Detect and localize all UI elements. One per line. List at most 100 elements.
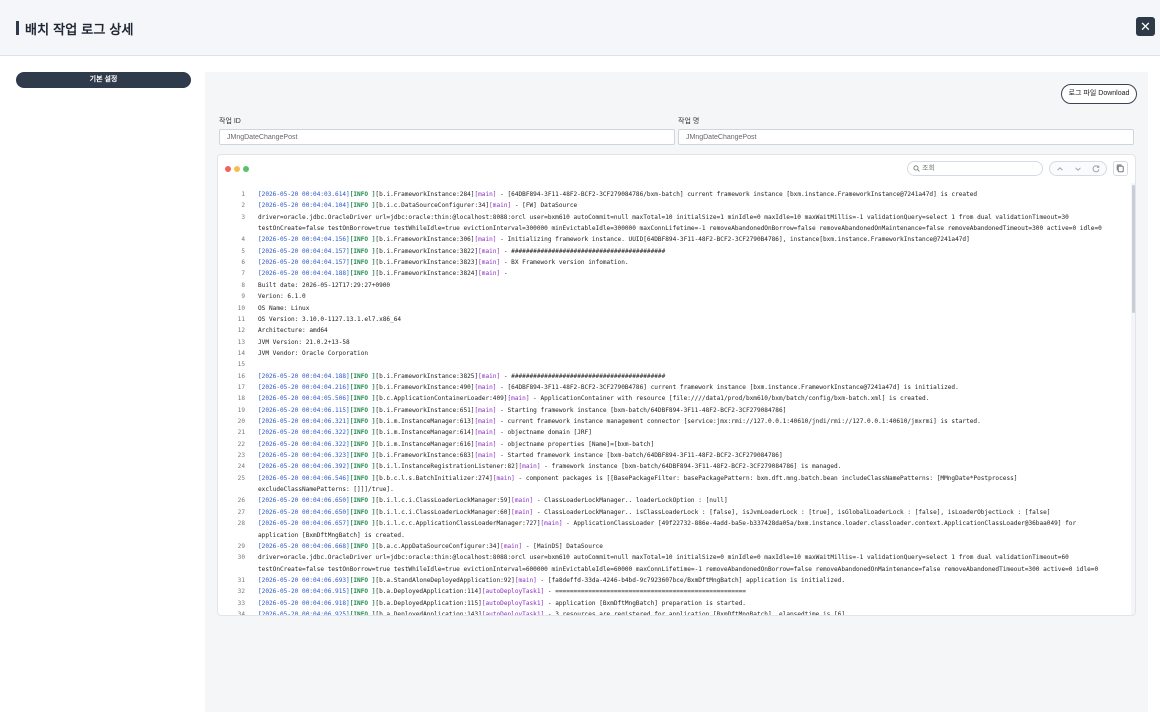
- log-text: [2026-05-20 00:04:06.322][INFO ][b.i.m.I…: [258, 439, 654, 450]
- log-timestamp: [2026-05-20 00:04:03.614]: [258, 191, 350, 198]
- log-message: -: [500, 270, 508, 278]
- log-text: [2026-05-20 00:04:06.650][INFO ][b.i.l.c…: [258, 495, 728, 506]
- log-search-input[interactable]: [907, 161, 1043, 176]
- log-level: [INFO ]: [349, 576, 376, 584]
- log-source: [b.i.c.DataSourceConfigurer:34]: [375, 202, 490, 210]
- window-dot-yellow: [234, 166, 240, 172]
- log-line: 27 [2026-05-20 00:04:06.650][INFO ][b.i.l…: [218, 507, 1130, 518]
- log-text: OS Name: Linux: [258, 303, 309, 314]
- log-level: [INFO ]: [349, 191, 376, 198]
- log-text: [2026-05-20 00:04:04.156][INFO ][b.i.Fra…: [258, 234, 970, 245]
- log-message: driver=oracle.jdbc.OracleDriver url=jdbc…: [258, 554, 1069, 562]
- line-number: 4: [241, 236, 245, 244]
- log-download-button[interactable]: 로그 파일 Download: [1061, 84, 1137, 104]
- line-number: 19: [237, 406, 245, 414]
- log-thread: [main]: [540, 520, 563, 528]
- line-number: 30: [237, 554, 245, 562]
- log-text: [2026-05-20 00:04:06.693][INFO ][b.a.Sta…: [258, 575, 845, 586]
- log-timestamp: [2026-05-20 00:04:06.322]: [258, 429, 350, 437]
- log-timestamp: [2026-05-20 00:04:06.925]: [258, 610, 350, 616]
- log-message: Architecture: amd64: [258, 327, 328, 335]
- line-number: 31: [237, 576, 245, 584]
- chevron-up-icon[interactable]: [1055, 164, 1065, 174]
- log-line: 30 driver=oracle.jdbc.OracleDriver url=j…: [218, 552, 1130, 563]
- log-line: 6 [2026-05-20 00:04:04.157][INFO ][b.i.Fr…: [218, 257, 1130, 268]
- log-message: application [BxmDftMngBatch] is created.: [258, 531, 405, 539]
- log-line: 29 [2026-05-20 00:04:06.668][INFO ][b.a.c…: [218, 541, 1130, 552]
- log-thread: [main]: [474, 418, 497, 425]
- log-thread: [main]: [474, 236, 497, 244]
- log-timestamp: [2026-05-20 00:04:06.657]: [258, 520, 350, 528]
- log-line: 19 [2026-05-20 00:04:06.115][INFO ][b.i.F…: [218, 405, 1130, 416]
- chevron-down-icon[interactable]: [1073, 164, 1083, 174]
- log-text: [2026-05-20 00:04:06.546][INFO ][b.b.c.l…: [258, 473, 1017, 484]
- line-number: 33: [237, 599, 245, 607]
- log-source: [b.i.FrameworkInstance:3822]: [375, 247, 479, 255]
- reset-icon[interactable]: [1091, 164, 1101, 174]
- log-message: - [64DBF894-3F11-48F2-BCF2-3CF279084786/…: [496, 191, 978, 198]
- log-level: [INFO ]: [349, 418, 376, 425]
- log-text: Built date: 2026-05-12T17:29:27+0900: [258, 280, 390, 291]
- log-text: testOnCreate=false testOnBorrow=true tes…: [258, 223, 1102, 234]
- copy-button[interactable]: [1113, 161, 1128, 176]
- search-navigation: [1049, 161, 1107, 176]
- log-line: 8 Built date: 2026-05-12T17:29:27+0900: [218, 280, 1130, 291]
- log-message: - objectname properties [Name]=[bxm-batc…: [496, 440, 655, 448]
- line-number: 7: [241, 270, 245, 278]
- log-level: [INFO ]: [349, 270, 376, 278]
- log-message: - ======================================…: [544, 588, 746, 596]
- log-level: [INFO ]: [349, 372, 376, 380]
- log-line: 12 Architecture: amd64: [218, 325, 1130, 336]
- line-number: 25: [237, 474, 245, 482]
- log-line: 2 [2026-05-20 00:04:04.104][INFO ][b.i.c.…: [218, 200, 1130, 211]
- log-timestamp: [2026-05-20 00:04:06.650]: [258, 497, 350, 505]
- log-source: [b.i.FrameworkInstance:3823]: [375, 259, 479, 267]
- log-message: - [MainDS] DataSource: [522, 542, 603, 550]
- log-source: [b.b.c.l.s.BatchInitializer:274]: [375, 474, 493, 482]
- log-message: - [64DBF894-3F11-48F2-BCF2-3CF2790B4786]…: [496, 383, 959, 391]
- log-text: Verion: 6.1.0: [258, 291, 306, 302]
- log-message: - Started framework instance [bxm-batch/…: [496, 452, 783, 460]
- search-icon: [913, 165, 920, 172]
- log-timestamp: [2026-05-20 00:04:06.693]: [258, 576, 350, 584]
- header: 배치 작업 로그 상세 ✕: [0, 0, 1160, 56]
- log-line: 32 [2026-05-20 00:04:06.915][INFO ][b.a.D…: [218, 586, 1130, 597]
- line-number: 21: [237, 429, 245, 437]
- job-name-field[interactable]: [678, 129, 1134, 145]
- page-title: 배치 작업 로그 상세: [25, 22, 134, 37]
- log-thread: [main]: [492, 474, 515, 482]
- log-content: 1 [2026-05-20 00:04:03.614][INFO ][b.i.Fr…: [218, 189, 1130, 616]
- log-message: OS Version: 3.10.0-1127.13.1.el7.x86_64: [258, 315, 402, 323]
- log-level: [INFO ]: [349, 429, 376, 437]
- log-scrollbar-thumb[interactable]: [1132, 185, 1135, 313]
- log-thread: [main]: [478, 259, 501, 267]
- log-text: [2026-05-20 00:04:04.216][INFO ][b.i.Fra…: [258, 382, 959, 393]
- log-level: [INFO ]: [349, 236, 376, 244]
- line-number: 6: [241, 259, 245, 267]
- log-text: [2026-05-20 00:04:04.188][INFO ][b.i.Fra…: [258, 268, 508, 279]
- log-timestamp: [2026-05-20 00:04:04.188]: [258, 372, 350, 380]
- log-line: 17 [2026-05-20 00:04:04.216][INFO ][b.i.F…: [218, 382, 1130, 393]
- log-text: [2026-05-20 00:04:06.918][INFO ][b.a.Dep…: [258, 598, 746, 609]
- log-thread: [main]: [500, 542, 523, 550]
- log-level: [INFO ]: [349, 395, 376, 403]
- log-level: [INFO ]: [349, 202, 376, 210]
- tab-basic-settings[interactable]: 기본 설정: [16, 72, 191, 88]
- log-text: [2026-05-20 00:04:06.915][INFO ][b.a.Dep…: [258, 586, 746, 597]
- window-dot-red: [225, 166, 231, 172]
- log-text: [2026-05-20 00:04:06.321][INFO ][b.i.m.I…: [258, 416, 981, 427]
- log-level: [INFO ]: [349, 610, 376, 616]
- log-line: 14 JVM Vendor: Oracle Corporation: [218, 348, 1130, 359]
- log-timestamp: [2026-05-20 00:04:04.157]: [258, 259, 350, 267]
- log-thread: [main]: [474, 429, 497, 437]
- log-level: [INFO ]: [349, 508, 376, 516]
- log-text: [2026-05-20 00:04:04.104][INFO ][b.i.c.D…: [258, 200, 577, 211]
- line-number: 23: [237, 452, 245, 460]
- log-thread: [main]: [511, 508, 534, 516]
- close-button[interactable]: ✕: [1136, 17, 1155, 36]
- log-timestamp: [2026-05-20 00:04:06.323]: [258, 452, 350, 460]
- log-source: [b.i.l.InstanceRegistrationListener:82]: [375, 463, 519, 471]
- log-source: [b.i.l.c.c.ApplicationClassLoaderManager…: [375, 520, 541, 528]
- log-message: - 3 resources are registered for applica…: [544, 610, 846, 616]
- job-id-field[interactable]: [219, 129, 675, 145]
